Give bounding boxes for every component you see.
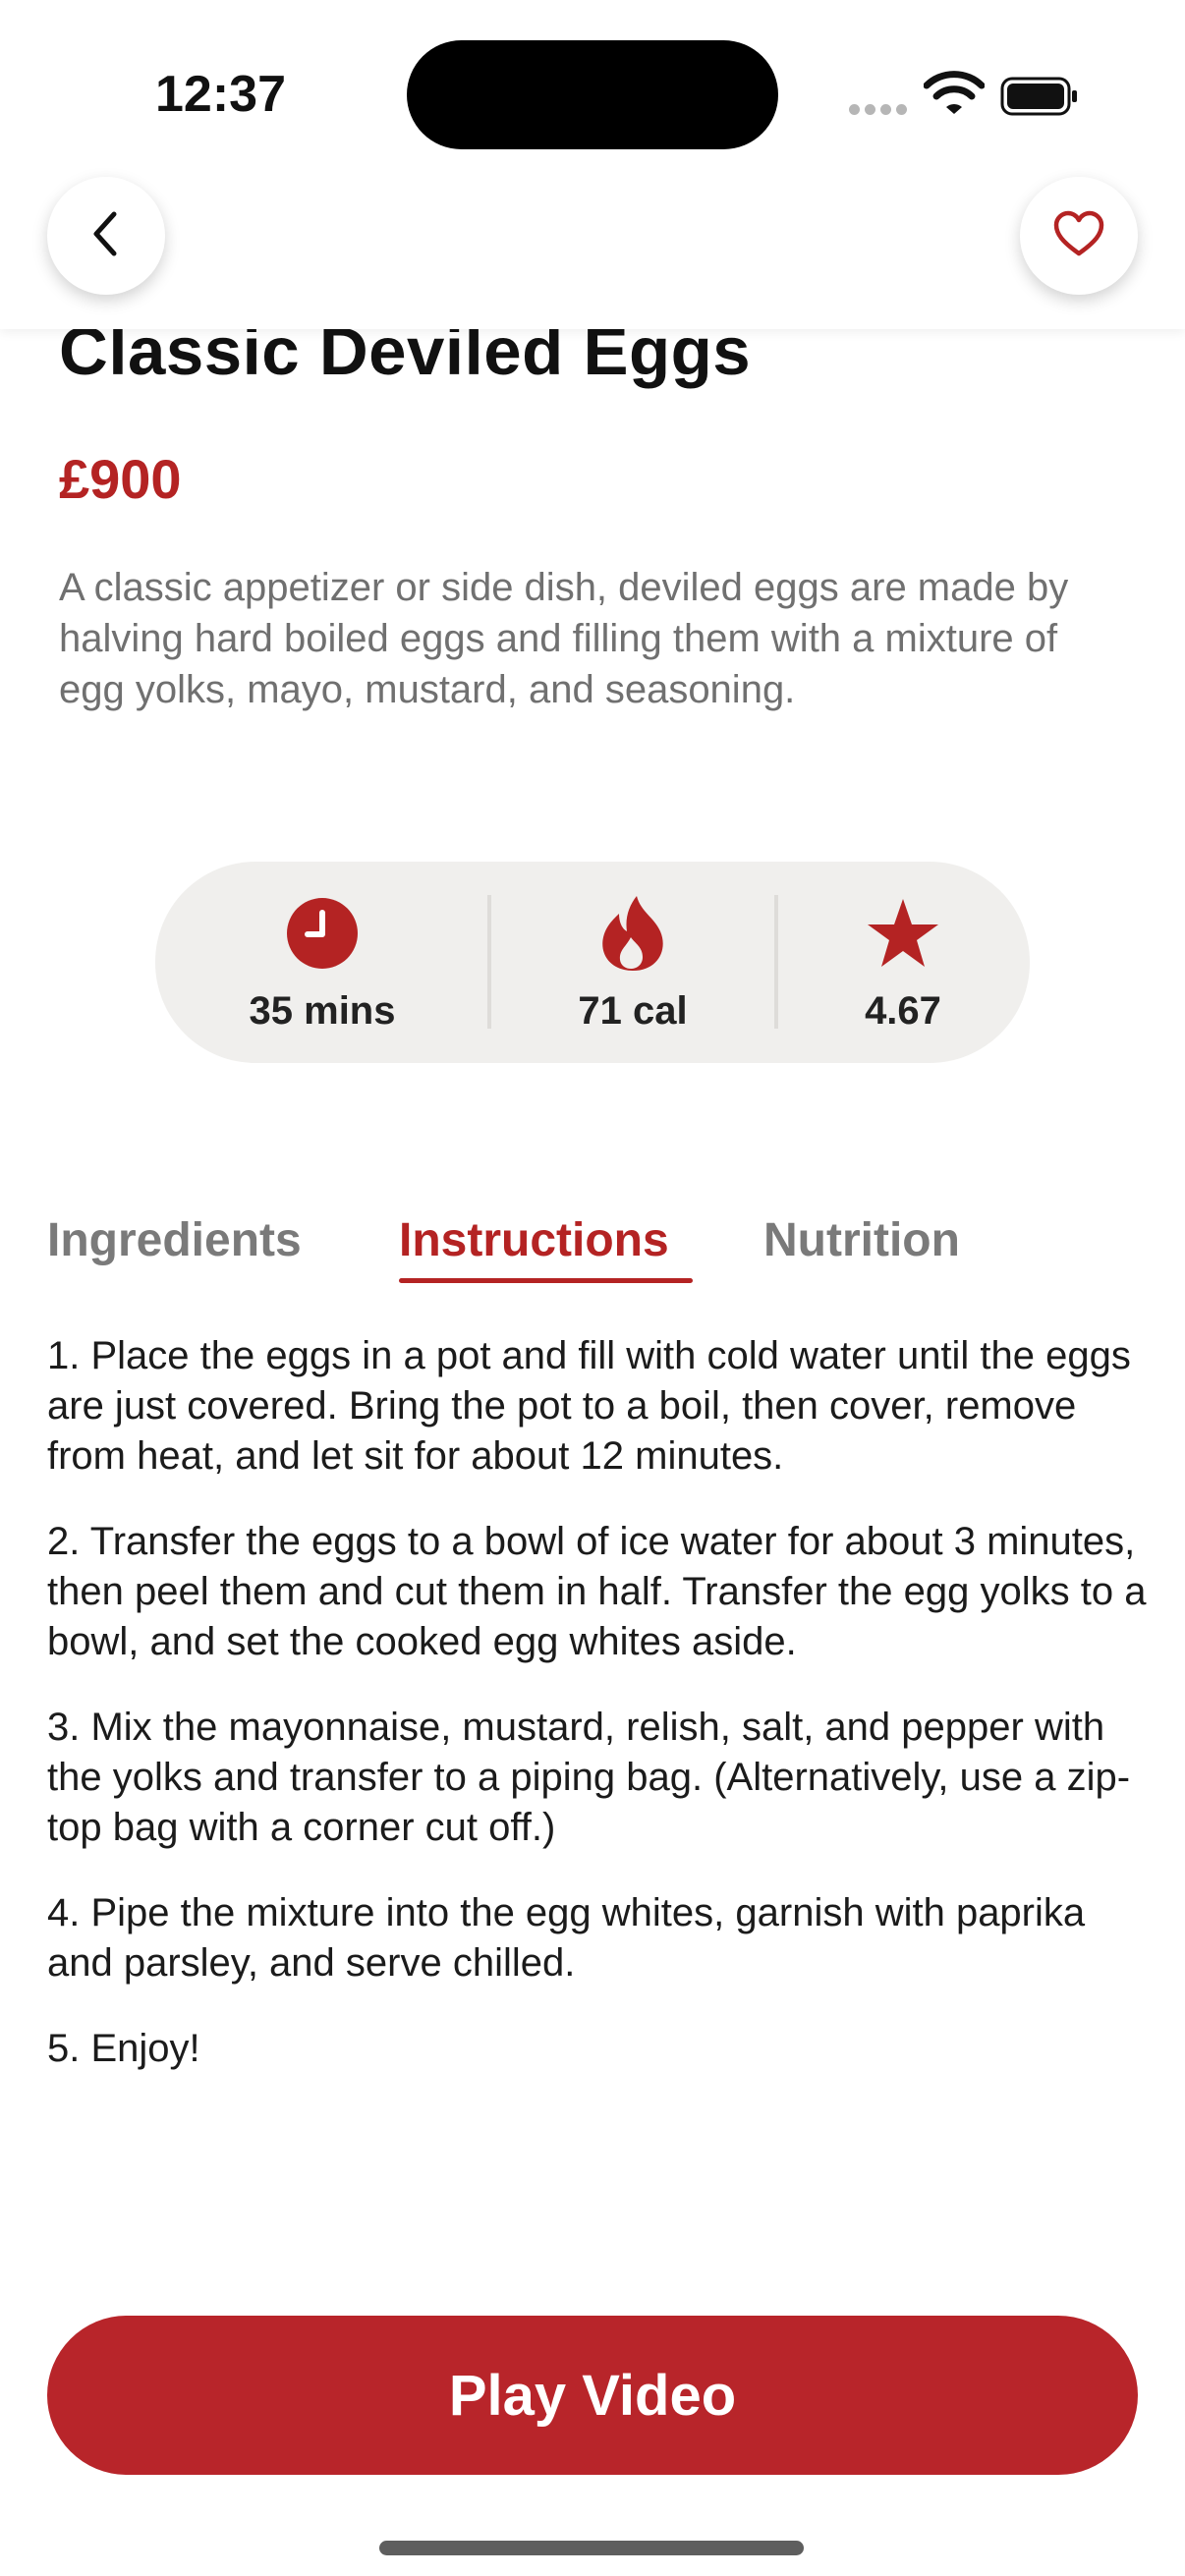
instruction-step: 1. Place the eggs in a pot and fill with… (47, 1334, 1131, 1478)
instruction-step: 2. Transfer the eggs to a bowl of ice wa… (47, 1520, 1147, 1663)
instruction-step: 3. Mix the mayonnaise, mustard, relish, … (47, 1706, 1131, 1849)
recipe-description: A classic appetizer or side dish, devile… (59, 566, 1069, 711)
stat-time-label: 35 mins (249, 989, 396, 1033)
recipe-stats-card: 35 mins 71 cal 4.67 (155, 862, 1030, 1063)
flame-icon (597, 895, 668, 972)
clock-icon (286, 895, 359, 972)
tab-ingredients[interactable]: Ingredients (47, 1213, 302, 1267)
wifi-icon (923, 71, 986, 116)
back-button[interactable] (47, 177, 165, 295)
recipe-price: £900 (59, 448, 182, 510)
dynamic-island (407, 40, 778, 149)
stat-calories-label: 71 cal (578, 989, 688, 1033)
battery-icon (1000, 77, 1079, 116)
stat-time: 35 mins (155, 862, 489, 1063)
home-indicator (379, 2541, 804, 2555)
top-header: 12:37 (0, 0, 1185, 329)
stat-rating-label: 4.67 (865, 989, 941, 1033)
signal-icon (849, 102, 912, 120)
active-tab-indicator (399, 1278, 693, 1283)
instruction-step: 4. Pipe the mixture into the egg whites,… (47, 1891, 1086, 1985)
instruction-step: 5. Enjoy! (47, 2027, 200, 2070)
status-bar: 12:37 (0, 0, 1185, 187)
favorite-button[interactable] (1020, 177, 1138, 295)
chevron-left-icon (86, 210, 126, 262)
play-video-button[interactable]: Play Video (47, 2316, 1138, 2475)
stat-rating: 4.67 (776, 862, 1030, 1063)
tab-nutrition[interactable]: Nutrition (763, 1213, 960, 1267)
stat-calories: 71 cal (489, 862, 776, 1063)
heart-outline-icon (1052, 210, 1105, 262)
star-icon (866, 895, 940, 972)
tab-instructions[interactable]: Instructions (399, 1213, 669, 1267)
status-time: 12:37 (155, 66, 286, 123)
instructions-list: 1. Place the eggs in a pot and fill with… (47, 1331, 1148, 2109)
